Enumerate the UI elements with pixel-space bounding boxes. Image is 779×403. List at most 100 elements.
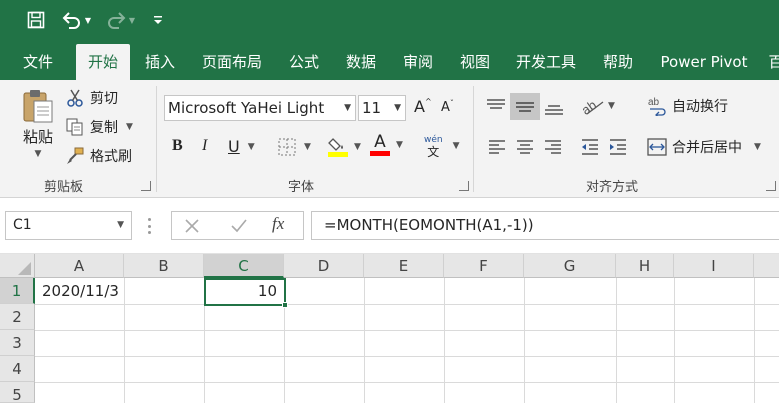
grow-font-icon: A bbox=[414, 97, 425, 116]
phonetic-button[interactable]: wén 文 ▼ bbox=[424, 135, 460, 159]
formula-bar: C1 ▼ fx =MONTH(EOMONTH(A1,-1)) bbox=[0, 198, 779, 254]
row-header-5[interactable]: 5 bbox=[0, 382, 35, 403]
brush-icon bbox=[66, 147, 84, 165]
cell-a1[interactable]: 2020/11/3 bbox=[36, 278, 124, 304]
font-family-select[interactable]: Microsoft YaHei Light ▼ bbox=[164, 95, 356, 121]
shrink-font-button[interactable]: Aˇ bbox=[441, 99, 454, 115]
orientation-button[interactable]: ab ▼ bbox=[581, 96, 615, 116]
format-painter-button[interactable]: 格式刷 bbox=[66, 146, 132, 166]
tab-power-pivot[interactable]: Power Pivot bbox=[652, 44, 756, 80]
tab-help[interactable]: 帮助 bbox=[594, 44, 642, 80]
row-header-1[interactable]: 1 bbox=[0, 278, 35, 304]
bold-button[interactable]: B bbox=[172, 137, 183, 155]
border-icon bbox=[278, 138, 296, 156]
increase-indent-button[interactable] bbox=[608, 138, 628, 156]
chevron-down-icon: ▼ bbox=[34, 149, 42, 159]
chevron-down-icon: ▼ bbox=[126, 122, 133, 132]
tab-formulas[interactable]: 公式 bbox=[280, 44, 328, 80]
tab-home[interactable]: 开始 bbox=[76, 44, 130, 80]
align-left-button[interactable] bbox=[487, 138, 507, 156]
phonetic-char: 文 bbox=[427, 145, 440, 159]
customize-qat-icon[interactable] bbox=[150, 8, 166, 32]
tab-overflow[interactable]: 百 bbox=[766, 44, 779, 80]
column-header-f[interactable]: F bbox=[444, 254, 524, 278]
chevron-down-icon: ▼ bbox=[304, 142, 311, 152]
fill-color-button[interactable]: ▼ bbox=[328, 136, 361, 157]
tab-view[interactable]: 视图 bbox=[451, 44, 499, 80]
italic-button[interactable]: I bbox=[202, 137, 207, 155]
tab-page-layout[interactable]: 页面布局 bbox=[194, 44, 270, 80]
chevron-down-icon: ▼ bbox=[394, 103, 401, 113]
gridline bbox=[35, 356, 779, 357]
column-header-overflow[interactable] bbox=[754, 254, 779, 278]
align-center-icon bbox=[517, 140, 533, 154]
insert-function-icon[interactable]: fx bbox=[272, 214, 284, 234]
merge-center-button[interactable]: 合并后居中 ▼ bbox=[647, 137, 761, 157]
gridline bbox=[35, 304, 779, 305]
select-all-button[interactable] bbox=[0, 254, 35, 278]
align-middle-icon bbox=[516, 101, 534, 112]
column-header-e[interactable]: E bbox=[364, 254, 444, 278]
caret-up-icon: ^ bbox=[424, 97, 432, 106]
column-header-i[interactable]: I bbox=[674, 254, 754, 278]
formula-input[interactable]: =MONTH(EOMONTH(A1,-1)) bbox=[311, 211, 779, 240]
chevron-down-icon: ▼ bbox=[608, 101, 615, 111]
wrap-text-button[interactable]: ab 自动换行 bbox=[648, 96, 728, 116]
column-header-c[interactable]: C bbox=[204, 254, 284, 278]
redo-icon[interactable]: ▼ bbox=[102, 8, 138, 32]
copy-button[interactable]: 复制 ▼ bbox=[66, 117, 133, 137]
column-header-g[interactable]: G bbox=[524, 254, 616, 278]
tab-developer[interactable]: 开发工具 bbox=[508, 44, 584, 80]
undo-icon[interactable]: ▼ bbox=[58, 8, 94, 32]
align-bottom-icon bbox=[545, 105, 563, 115]
cut-button[interactable]: 剪切 bbox=[66, 88, 118, 108]
formula-bar-grip[interactable] bbox=[148, 218, 152, 234]
align-top-button[interactable] bbox=[485, 96, 507, 116]
wrap-text-icon: ab bbox=[648, 97, 666, 116]
enter-icon[interactable] bbox=[230, 218, 248, 238]
chevron-down-icon: ▼ bbox=[452, 141, 460, 151]
underline-button[interactable]: U ▼ bbox=[228, 137, 255, 156]
row-header-3[interactable]: 3 bbox=[0, 330, 35, 356]
gridline bbox=[616, 278, 617, 403]
gridline bbox=[35, 382, 779, 383]
scissors-icon bbox=[66, 89, 84, 107]
column-header-d[interactable]: D bbox=[284, 254, 364, 278]
gridline bbox=[444, 278, 445, 403]
chevron-down-icon: ▼ bbox=[754, 142, 761, 152]
tab-file[interactable]: 文件 bbox=[14, 44, 62, 80]
column-header-h[interactable]: H bbox=[616, 254, 674, 278]
tab-insert[interactable]: 插入 bbox=[136, 44, 184, 80]
grow-font-button[interactable]: A ^ bbox=[414, 97, 432, 116]
paint-bucket-icon bbox=[328, 136, 348, 157]
clipboard-launcher-icon[interactable] bbox=[141, 181, 151, 191]
row-header-4[interactable]: 4 bbox=[0, 356, 35, 382]
alignment-launcher-icon[interactable] bbox=[766, 181, 776, 191]
row-header-2[interactable]: 2 bbox=[0, 304, 35, 330]
cancel-icon[interactable] bbox=[184, 218, 200, 238]
align-center-button[interactable] bbox=[515, 138, 535, 156]
name-box-value: C1 bbox=[13, 217, 32, 233]
align-bottom-button[interactable] bbox=[543, 98, 565, 118]
save-icon[interactable] bbox=[24, 8, 48, 32]
chevron-down-icon: ▼ bbox=[117, 220, 124, 230]
align-middle-button[interactable] bbox=[510, 93, 540, 120]
decrease-indent-button[interactable] bbox=[580, 138, 600, 156]
borders-button[interactable]: ▼ bbox=[278, 138, 311, 156]
group-divider bbox=[473, 86, 474, 192]
chevron-down-icon: ▼ bbox=[247, 141, 255, 152]
chevron-down-icon: ▼ bbox=[354, 141, 361, 152]
paste-button[interactable]: 粘贴 ▼ bbox=[18, 88, 58, 159]
tab-data[interactable]: 数据 bbox=[337, 44, 385, 80]
column-header-b[interactable]: B bbox=[124, 254, 204, 278]
fill-handle[interactable] bbox=[282, 302, 288, 308]
font-launcher-icon[interactable] bbox=[459, 181, 469, 191]
align-right-button[interactable] bbox=[543, 138, 563, 156]
alignment-group-label: 对齐方式 bbox=[586, 180, 639, 195]
font-color-button[interactable]: A ▼ bbox=[370, 134, 403, 156]
font-family-value: Microsoft YaHei Light bbox=[168, 99, 325, 117]
tab-review[interactable]: 审阅 bbox=[394, 44, 442, 80]
column-header-a[interactable]: A bbox=[35, 254, 124, 278]
font-size-select[interactable]: 11 ▼ bbox=[358, 95, 406, 121]
name-box[interactable]: C1 ▼ bbox=[5, 211, 132, 240]
